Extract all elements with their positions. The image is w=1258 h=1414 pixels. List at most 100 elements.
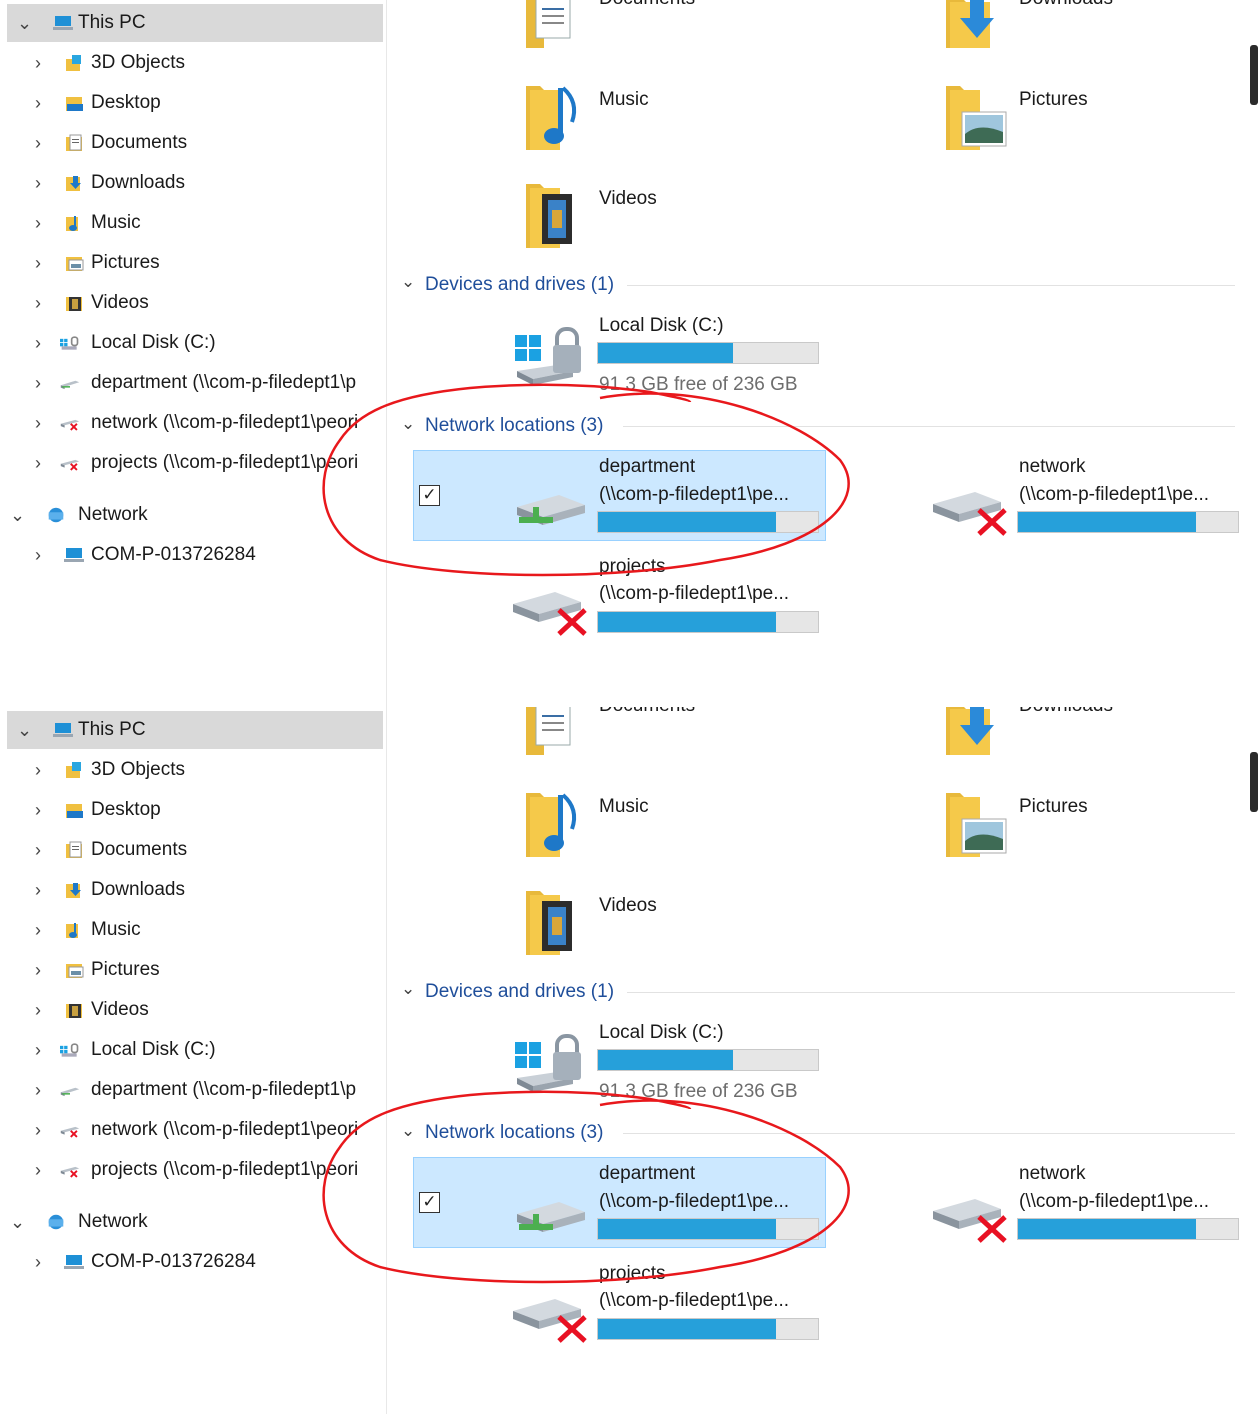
chevron-right-icon[interactable]: ›: [31, 545, 45, 565]
nav-item-network-drive[interactable]: › network (\\com-p-filedept1\peori: [0, 1111, 384, 1149]
nav-item-music[interactable]: › Music: [0, 911, 384, 949]
group-header-network-locations[interactable]: Network locations (3): [425, 1122, 603, 1144]
chevron-right-icon[interactable]: ›: [31, 253, 45, 273]
chevron-right-icon[interactable]: ›: [31, 1040, 45, 1060]
chevron-right-icon[interactable]: ›: [31, 1120, 45, 1140]
nav-item-documents[interactable]: › Documents: [0, 831, 384, 869]
chevron-right-icon[interactable]: ›: [31, 960, 45, 980]
folder-label-music[interactable]: Music: [599, 89, 649, 111]
chevron-down-icon[interactable]: ⌄: [401, 272, 415, 292]
folder-label-documents[interactable]: Documents: [599, 707, 695, 717]
chevron-down-icon[interactable]: ⌄: [10, 1212, 25, 1232]
chevron-right-icon[interactable]: ›: [31, 800, 45, 820]
chevron-down-icon[interactable]: ⌄: [17, 720, 32, 740]
documents-folder-icon[interactable]: [524, 707, 574, 757]
pictures-folder-icon[interactable]: [944, 789, 1008, 859]
chevron-right-icon[interactable]: ›: [31, 1160, 45, 1180]
chevron-right-icon[interactable]: ›: [31, 333, 45, 353]
network-location-name[interactable]: network: [1019, 456, 1086, 478]
nav-item-pictures[interactable]: › Pictures: [0, 951, 384, 989]
chevron-right-icon[interactable]: ›: [31, 373, 45, 393]
videos-folder-icon[interactable]: [524, 180, 584, 250]
nav-item-downloads[interactable]: › Downloads: [0, 164, 384, 202]
folder-label-videos[interactable]: Videos: [599, 895, 657, 917]
chevron-right-icon[interactable]: ›: [31, 1080, 45, 1100]
chevron-right-icon[interactable]: ›: [31, 920, 45, 940]
nav-item-videos[interactable]: › Videos: [0, 991, 384, 1029]
chevron-right-icon[interactable]: ›: [31, 840, 45, 860]
disconnected-drive-icon[interactable]: [511, 1287, 591, 1343]
folder-label-videos[interactable]: Videos: [599, 188, 657, 210]
downloads-folder-icon[interactable]: [944, 707, 1006, 757]
nav-item-music[interactable]: › Music: [0, 204, 384, 242]
documents-folder-icon[interactable]: [524, 0, 574, 50]
drive-label-local-disk[interactable]: Local Disk (C:): [599, 1022, 724, 1044]
nav-item-videos[interactable]: › Videos: [0, 284, 384, 322]
group-header-network-locations[interactable]: Network locations (3): [425, 415, 603, 437]
nav-item-this-pc[interactable]: ⌄ This PC: [7, 711, 383, 749]
disconnected-drive-icon[interactable]: [511, 580, 591, 636]
chevron-right-icon[interactable]: ›: [31, 1252, 45, 1272]
disconnected-drive-icon[interactable]: [931, 480, 1011, 536]
folder-label-pictures[interactable]: Pictures: [1019, 89, 1088, 111]
nav-item-department-drive[interactable]: › department (\\com-p-filedept1\p: [0, 1071, 384, 1109]
group-header-devices[interactable]: Devices and drives (1): [425, 274, 614, 296]
folder-label-downloads[interactable]: Downloads: [1019, 707, 1113, 717]
music-folder-icon[interactable]: [524, 789, 584, 859]
folder-label-downloads[interactable]: Downloads: [1019, 0, 1113, 10]
nav-item-this-pc[interactable]: ⌄ This PC: [7, 4, 383, 42]
chevron-right-icon[interactable]: ›: [31, 133, 45, 153]
nav-item-projects-drive[interactable]: › projects (\\com-p-filedept1\peori: [0, 444, 384, 482]
nav-item-department-drive[interactable]: › department (\\com-p-filedept1\p: [0, 364, 384, 402]
chevron-right-icon[interactable]: ›: [31, 760, 45, 780]
local-disk-icon[interactable]: [513, 315, 587, 387]
group-header-devices[interactable]: Devices and drives (1): [425, 981, 614, 1003]
nav-item-documents[interactable]: › Documents: [0, 124, 384, 162]
local-disk-icon[interactable]: [513, 1022, 587, 1094]
chevron-right-icon[interactable]: ›: [31, 1000, 45, 1020]
selection-checkbox[interactable]: ✓: [419, 1192, 440, 1213]
nav-item-network[interactable]: ⌄ Network: [0, 496, 384, 534]
chevron-down-icon[interactable]: ⌄: [401, 979, 415, 999]
chevron-right-icon[interactable]: ›: [31, 880, 45, 900]
nav-item-desktop[interactable]: › Desktop: [0, 84, 384, 122]
drive-label-local-disk[interactable]: Local Disk (C:): [599, 315, 724, 337]
network-location-name[interactable]: projects: [599, 556, 666, 578]
nav-item-downloads[interactable]: › Downloads: [0, 871, 384, 909]
folder-label-documents[interactable]: Documents: [599, 0, 695, 10]
network-location-name[interactable]: network: [1019, 1163, 1086, 1185]
nav-item-3d-objects[interactable]: › 3D Objects: [0, 751, 384, 789]
nav-item-network-drive[interactable]: › network (\\com-p-filedept1\peori: [0, 404, 384, 442]
nav-item-local-disk[interactable]: › Local Disk (C:): [0, 324, 384, 362]
chevron-right-icon[interactable]: ›: [31, 53, 45, 73]
music-folder-icon[interactable]: [524, 82, 584, 152]
disconnected-drive-icon[interactable]: [931, 1187, 1011, 1243]
folder-label-music[interactable]: Music: [599, 796, 649, 818]
nav-item-3d-objects[interactable]: › 3D Objects: [0, 44, 384, 82]
nav-item-desktop[interactable]: › Desktop: [0, 791, 384, 829]
scrollbar-thumb[interactable]: [1250, 45, 1258, 105]
chevron-right-icon[interactable]: ›: [31, 413, 45, 433]
chevron-right-icon[interactable]: ›: [31, 213, 45, 233]
chevron-right-icon[interactable]: ›: [31, 293, 45, 313]
network-location-name[interactable]: projects: [599, 1263, 666, 1285]
nav-item-computer[interactable]: › COM-P-013726284: [0, 1243, 384, 1281]
nav-item-network[interactable]: ⌄ Network: [0, 1203, 384, 1241]
videos-folder-icon[interactable]: [524, 887, 584, 957]
nav-item-projects-drive[interactable]: › projects (\\com-p-filedept1\peori: [0, 1151, 384, 1189]
chevron-down-icon[interactable]: ⌄: [401, 414, 415, 434]
pictures-folder-icon[interactable]: [944, 82, 1008, 152]
nav-item-computer[interactable]: › COM-P-013726284: [0, 536, 384, 574]
nav-item-pictures[interactable]: › Pictures: [0, 244, 384, 282]
chevron-down-icon[interactable]: ⌄: [10, 505, 25, 525]
chevron-right-icon[interactable]: ›: [31, 453, 45, 473]
folder-label-pictures[interactable]: Pictures: [1019, 796, 1088, 818]
chevron-right-icon[interactable]: ›: [31, 173, 45, 193]
chevron-right-icon[interactable]: ›: [31, 93, 45, 113]
downloads-folder-icon[interactable]: [944, 0, 1006, 50]
scrollbar-thumb[interactable]: [1250, 752, 1258, 812]
chevron-down-icon[interactable]: ⌄: [17, 13, 32, 33]
nav-item-local-disk[interactable]: › Local Disk (C:): [0, 1031, 384, 1069]
selection-checkbox[interactable]: ✓: [419, 485, 440, 506]
chevron-down-icon[interactable]: ⌄: [401, 1121, 415, 1141]
